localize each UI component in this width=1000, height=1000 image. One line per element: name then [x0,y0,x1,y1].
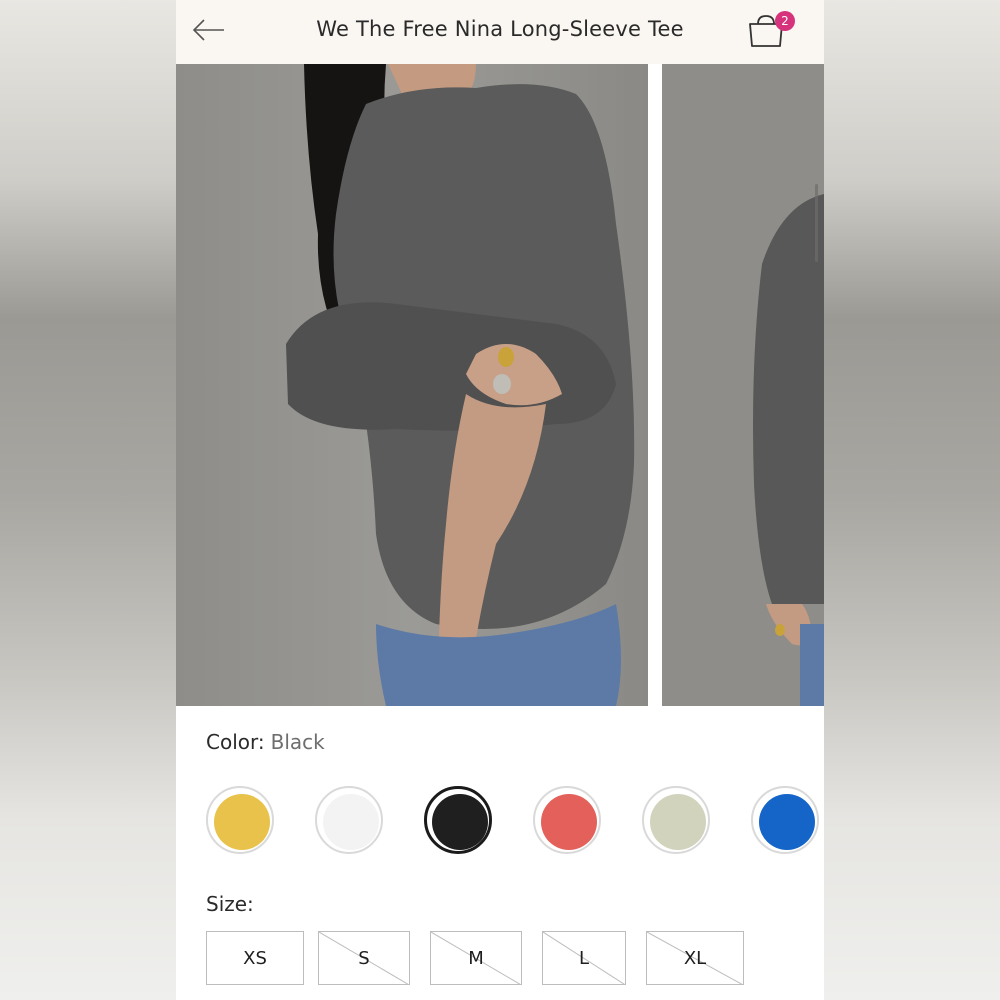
cart-button[interactable]: 2 [744,6,804,54]
size-option-xs[interactable]: XS [206,931,304,985]
color-swatch-blue[interactable] [751,786,819,854]
top-bar: We The Free Nina Long-Sleeve Tee 2 [176,0,824,65]
swatch-fill [541,794,597,850]
color-swatch-sage[interactable] [642,786,710,854]
color-label: Color: [206,730,265,754]
main-product-photo[interactable] [176,64,648,706]
swatch-fill [650,794,706,850]
back-button[interactable] [190,12,230,48]
gallery-scroll-indicator [815,184,818,262]
selected-color-value: Black [270,730,325,754]
color-swatch-white[interactable] [315,786,383,854]
color-swatch-black[interactable] [424,786,492,854]
cart-count-badge: 2 [775,11,795,31]
page-title: We The Free Nina Long-Sleeve Tee [316,17,684,41]
image-gallery[interactable] [176,64,824,706]
size-option-label: S [358,948,370,969]
size-label: Size: [206,892,254,916]
size-option-label: M [468,948,484,969]
swatch-fill [759,794,815,850]
swatch-fill [323,794,379,850]
color-selection-label: Color: Black [206,730,325,754]
size-option-label: XS [243,948,267,969]
next-product-photo[interactable] [662,64,824,706]
shopping-bag-icon [749,15,783,47]
size-option-label: L [578,948,590,969]
color-swatch-yellow[interactable] [206,786,274,854]
back-arrow-icon [192,19,224,41]
color-swatch-red[interactable] [533,786,601,854]
swatch-fill [432,794,488,850]
size-option-xl-unavailable[interactable]: XL [646,931,744,985]
product-screen: We The Free Nina Long-Sleeve Tee 2 Color… [176,0,824,1000]
size-option-label: XL [683,948,707,969]
size-option-s-unavailable[interactable]: S [318,931,410,985]
size-option-m-unavailable[interactable]: M [430,931,522,985]
size-option-l-unavailable[interactable]: L [542,931,626,985]
swatch-fill [214,794,270,850]
